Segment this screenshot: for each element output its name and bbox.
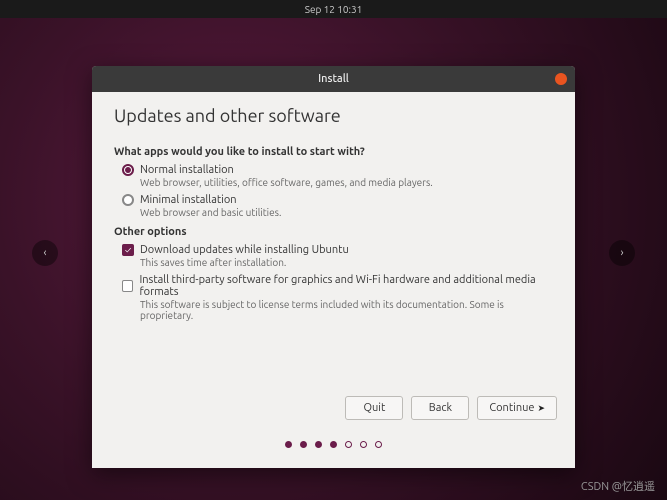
radio-icon [122, 194, 134, 206]
carousel-next-button[interactable]: › [609, 240, 635, 266]
dialog-button-row: Quit Back Continue ➤ [345, 396, 557, 420]
chevron-right-icon: › [620, 247, 623, 259]
window-title: Install [318, 73, 349, 85]
checkbox-icon [122, 280, 133, 292]
installer-content: Updates and other software What apps wou… [92, 92, 575, 337]
option-description: This software is subject to license term… [140, 299, 553, 321]
quit-button[interactable]: Quit [345, 396, 403, 420]
close-icon[interactable] [555, 73, 567, 85]
progress-dot [315, 441, 322, 448]
option-label: Minimal installation [140, 194, 237, 206]
clock-text: Sep 12 10:31 [305, 4, 363, 15]
option-description: Web browser and basic utilities. [140, 207, 553, 218]
installer-window: Install Updates and other software What … [92, 66, 575, 468]
carousel-prev-button[interactable]: ‹ [32, 240, 58, 266]
checkbox-icon [122, 244, 134, 256]
option-normal-installation[interactable]: Normal installation Web browser, utiliti… [122, 164, 553, 188]
chevron-left-icon: ‹ [43, 247, 46, 259]
option-description: Web browser, utilities, office software,… [140, 177, 553, 188]
option-label: Normal installation [140, 164, 234, 176]
top-menu-bar: Sep 12 10:31 [0, 0, 667, 18]
option-description: This saves time after installation. [140, 257, 553, 268]
section-other-heading: Other options [114, 226, 553, 238]
option-label: Download updates while installing Ubuntu [140, 244, 349, 256]
option-label: Install third-party software for graphic… [139, 274, 553, 298]
option-third-party[interactable]: Install third-party software for graphic… [122, 274, 553, 321]
option-minimal-installation[interactable]: Minimal installation Web browser and bas… [122, 194, 553, 218]
cursor-icon: ➤ [537, 403, 545, 414]
button-label: Continue [489, 402, 534, 414]
progress-dot [285, 441, 292, 448]
radio-icon [122, 164, 134, 176]
window-titlebar: Install [92, 66, 575, 92]
progress-dot [300, 441, 307, 448]
continue-button[interactable]: Continue ➤ [477, 396, 557, 420]
progress-dot [360, 441, 367, 448]
page-title: Updates and other software [114, 106, 553, 126]
section-apps-heading: What apps would you like to install to s… [114, 146, 553, 158]
progress-dots [92, 441, 575, 448]
back-button[interactable]: Back [411, 396, 469, 420]
progress-dot [375, 441, 382, 448]
button-label: Quit [363, 402, 385, 414]
progress-dot [330, 441, 337, 448]
option-download-updates[interactable]: Download updates while installing Ubuntu… [122, 244, 553, 268]
watermark-text: CSDN @忆逍遥 [581, 478, 655, 494]
progress-dot [345, 441, 352, 448]
button-label: Back [429, 402, 452, 414]
